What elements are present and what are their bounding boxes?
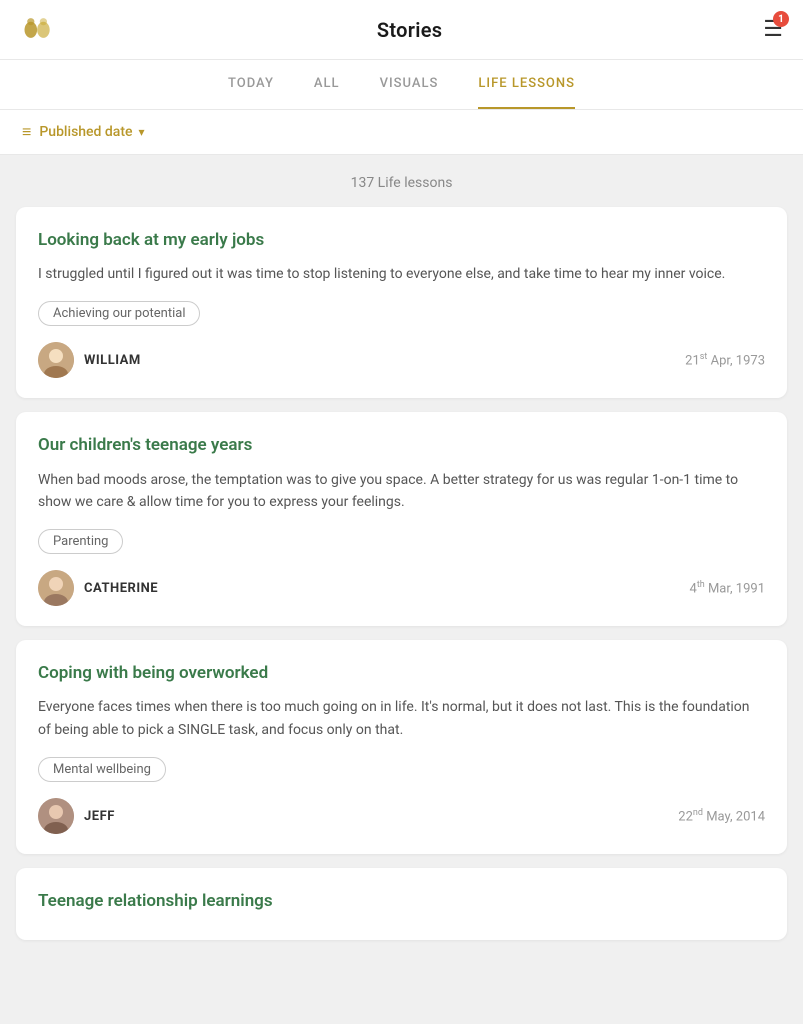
avatar xyxy=(38,798,74,834)
story-tag[interactable]: Achieving our potential xyxy=(38,301,200,326)
story-footer: WILLIAM 21st Apr, 1973 xyxy=(38,342,765,378)
story-card[interactable]: Coping with being overworked Everyone fa… xyxy=(16,640,787,854)
story-author: CATHERINE xyxy=(38,570,158,606)
chevron-down-icon: ▾ xyxy=(139,125,145,139)
story-title: Coping with being overworked xyxy=(38,662,765,684)
tab-visuals[interactable]: VISUALS xyxy=(380,60,439,109)
app-header: Stories ☰ 1 xyxy=(0,0,803,60)
tab-all[interactable]: ALL xyxy=(314,60,340,109)
story-card[interactable]: Teenage relationship learnings xyxy=(16,868,787,940)
story-author: WILLIAM xyxy=(38,342,141,378)
story-date: 21st Apr, 1973 xyxy=(685,352,765,368)
tab-today[interactable]: TODAY xyxy=(228,60,274,109)
story-excerpt: When bad moods arose, the temptation was… xyxy=(38,469,765,514)
author-name: JEFF xyxy=(84,809,115,824)
filter-bar[interactable]: ≡ Published date ▾ xyxy=(0,110,803,155)
page-title: Stories xyxy=(377,18,443,42)
story-card[interactable]: Our children's teenage years When bad mo… xyxy=(16,412,787,626)
story-title: Our children's teenage years xyxy=(38,434,765,456)
story-card[interactable]: Looking back at my early jobs I struggle… xyxy=(16,207,787,398)
stories-count: 137 Life lessons xyxy=(16,175,787,191)
avatar xyxy=(38,570,74,606)
story-excerpt: I struggled until I figured out it was t… xyxy=(38,263,765,285)
story-tag[interactable]: Parenting xyxy=(38,529,123,554)
logo xyxy=(20,10,56,50)
tab-life-lessons[interactable]: LIFE LESSONS xyxy=(478,60,575,109)
story-author: JEFF xyxy=(38,798,115,834)
author-name: CATHERINE xyxy=(84,581,158,596)
story-footer: JEFF 22nd May, 2014 xyxy=(38,798,765,834)
avatar xyxy=(38,342,74,378)
story-title: Teenage relationship learnings xyxy=(38,890,765,912)
author-name: WILLIAM xyxy=(84,353,141,368)
story-date: 22nd May, 2014 xyxy=(678,808,765,824)
story-tag[interactable]: Mental wellbeing xyxy=(38,757,166,782)
filter-icon: ≡ xyxy=(22,122,31,142)
story-excerpt: Everyone faces times when there is too m… xyxy=(38,696,765,741)
menu-button[interactable]: ☰ 1 xyxy=(763,17,783,42)
notification-badge: 1 xyxy=(773,11,789,27)
story-title: Looking back at my early jobs xyxy=(38,229,765,251)
navigation-tabs: TODAY ALL VISUALS LIFE LESSONS xyxy=(0,60,803,110)
story-date: 4th Mar, 1991 xyxy=(690,580,766,596)
filter-label: Published date xyxy=(39,124,132,140)
main-content: 137 Life lessons Looking back at my earl… xyxy=(0,155,803,974)
story-footer: CATHERINE 4th Mar, 1991 xyxy=(38,570,765,606)
